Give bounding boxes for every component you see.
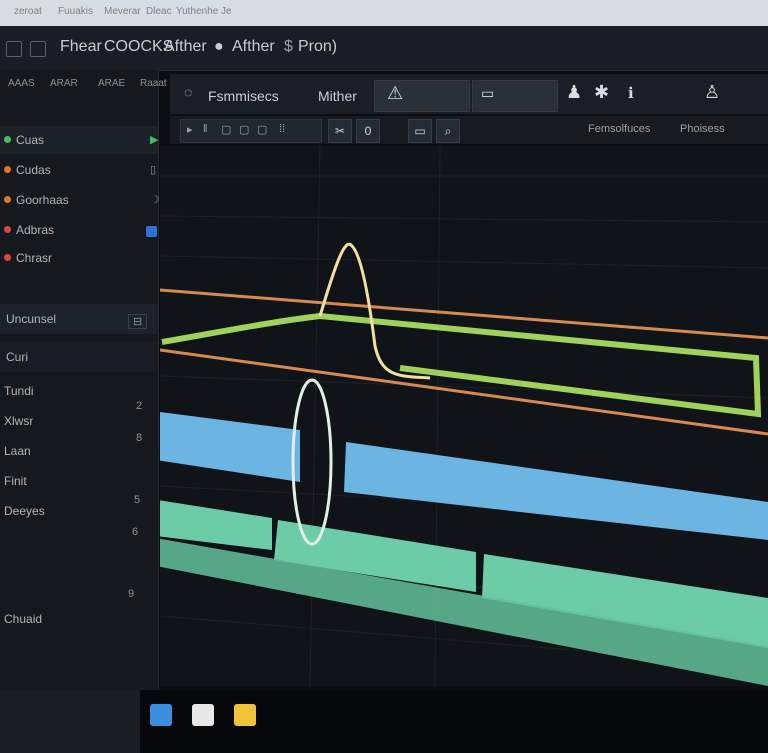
blue-clip-1 — [160, 412, 300, 482]
browser-tab[interactable]: Yuthenhe Je — [176, 6, 232, 17]
status-dot — [4, 196, 11, 203]
sidebar-tab[interactable]: AAAS — [8, 78, 35, 89]
info-icon[interactable]: ℹ — [628, 84, 634, 102]
profile-icon[interactable]: ♙ — [704, 82, 720, 103]
user-icon[interactable]: ♟ — [566, 82, 582, 103]
lock-icon[interactable]: ▯ — [150, 163, 156, 176]
sidebar-item[interactable]: Cudas — [16, 163, 51, 177]
badge-icon: 9 — [128, 588, 135, 600]
sidebar-item[interactable]: Chrasr — [16, 251, 52, 265]
browser-tab[interactable]: Fuuakis — [58, 6, 93, 17]
sidebar-tab[interactable]: ARAR — [50, 78, 78, 89]
play-icon[interactable]: ▸ — [187, 123, 193, 136]
sidebar-tab[interactable]: ARAE — [98, 78, 125, 89]
status-dot — [4, 226, 11, 233]
app-icon-document[interactable] — [192, 704, 214, 726]
collapse-icon[interactable]: ⊟ — [128, 314, 148, 329]
grid-line — [160, 215, 768, 223]
panel-icon: ◌ — [184, 84, 193, 100]
edit-icon: ▭ — [481, 85, 495, 101]
square-icon[interactable]: ▢ — [239, 123, 249, 136]
square-icon[interactable]: ▢ — [257, 123, 267, 136]
app-icon-blue[interactable] — [150, 704, 172, 726]
menu-bar: Fhear COOCKS Afther ● Afther $ Pron) — [0, 26, 768, 71]
status-dot — [4, 254, 11, 261]
panel-header: ◌ Fsmmisecs Mither ⚠ ▭ ♟ ✱ ℹ ♙ — [170, 74, 768, 114]
badge-icon: 2 — [136, 400, 143, 412]
edit-button[interactable]: ▭ — [472, 80, 558, 112]
square-icon[interactable]: ▢ — [221, 123, 231, 136]
browser-tab-strip: zeroat Fuuakis Meverar Dleac Yuthenhe Je — [0, 0, 768, 26]
sidebar-item[interactable]: Goorhaas — [16, 193, 69, 207]
browser-tab[interactable]: zeroat — [14, 6, 42, 17]
grid-icon[interactable] — [30, 41, 46, 57]
search-button[interactable]: ⌕ — [436, 119, 460, 143]
left-sidebar: AAAS ARAR ARAE Raaat Cuas ▶ Cudas ▯ Goor… — [0, 70, 167, 690]
grid-line — [309, 146, 321, 686]
orange-track-bottom — [160, 348, 768, 436]
sidebar-item[interactable]: Tundi — [4, 384, 34, 398]
warning-icon: ⚠ — [387, 83, 404, 103]
grid-line — [160, 255, 768, 269]
transport-controls: ▸ ǁ ▢ ▢ ▢ ⁞⁞ — [180, 119, 322, 143]
badge-icon: 5 — [134, 494, 141, 506]
pause-icon[interactable]: ǁ — [203, 123, 208, 135]
scissors-button[interactable]: ✂ — [328, 119, 352, 143]
dots-icon[interactable]: ⁞⁞ — [279, 123, 285, 135]
sidebar-item[interactable]: Adbras — [16, 223, 54, 237]
sidebar-item[interactable]: Laan — [4, 444, 31, 458]
panel-label: Mither — [318, 88, 357, 104]
status-dot — [4, 136, 11, 143]
sidebar-item[interactable]: Deeyes — [4, 504, 45, 518]
taskbar-panel — [0, 690, 140, 753]
sidebar-item[interactable]: Cuas — [16, 133, 44, 147]
section-title: Curi — [6, 350, 29, 364]
menu-item[interactable]: Afther — [164, 38, 207, 56]
sidebar-footer-label: Chuaid — [4, 612, 43, 626]
sidebar-item[interactable]: Xlwsr — [4, 414, 33, 428]
taskbar — [0, 690, 768, 753]
menu-item[interactable]: Pron) — [298, 38, 337, 56]
badge-icon: 6 — [132, 526, 139, 538]
sidebar-item[interactable]: Finit — [4, 474, 27, 488]
play-icon[interactable]: ▶ — [150, 133, 158, 146]
menu-item[interactable]: Fhear — [60, 38, 102, 56]
palette-icon[interactable]: ● — [214, 38, 224, 56]
menu-item[interactable]: COOCKS — [104, 38, 173, 56]
app-icon-yellow[interactable] — [234, 704, 256, 726]
marker-button[interactable]: ⚠ — [374, 80, 470, 112]
browser-tab[interactable]: Dleac — [146, 6, 172, 17]
zero-button[interactable]: 0 — [356, 119, 380, 143]
timeline-toolbar: ▸ ǁ ▢ ▢ ▢ ⁞⁞ ✂ 0 ▭ ⌕ Femsolfuces Phoises… — [170, 116, 768, 144]
menu-item[interactable]: Afther — [232, 38, 275, 56]
puzzle-icon[interactable]: ✱ — [594, 82, 609, 103]
grid-line — [160, 375, 768, 399]
section-title: Uncunsel — [6, 312, 57, 326]
status-dot — [4, 166, 11, 173]
badge-icon: 8 — [136, 432, 143, 444]
window-icon[interactable] — [6, 41, 22, 57]
moon-icon[interactable]: ☽ — [150, 193, 160, 206]
panel-title: Fsmmisecs — [208, 88, 279, 104]
timeline-graphic — [160, 146, 768, 686]
dollar-icon[interactable]: $ — [284, 38, 293, 56]
timeline-area[interactable] — [160, 146, 768, 686]
crop-button[interactable]: ▭ — [408, 119, 432, 143]
checkbox[interactable] — [146, 226, 157, 237]
sidebar-tab[interactable]: Raaat — [140, 78, 167, 89]
browser-tab[interactable]: Meverar — [104, 6, 141, 17]
toolbar-label[interactable]: Phoisess — [680, 123, 725, 135]
blue-clip-2 — [344, 442, 768, 540]
toolbar-label[interactable]: Femsolfuces — [588, 123, 650, 135]
